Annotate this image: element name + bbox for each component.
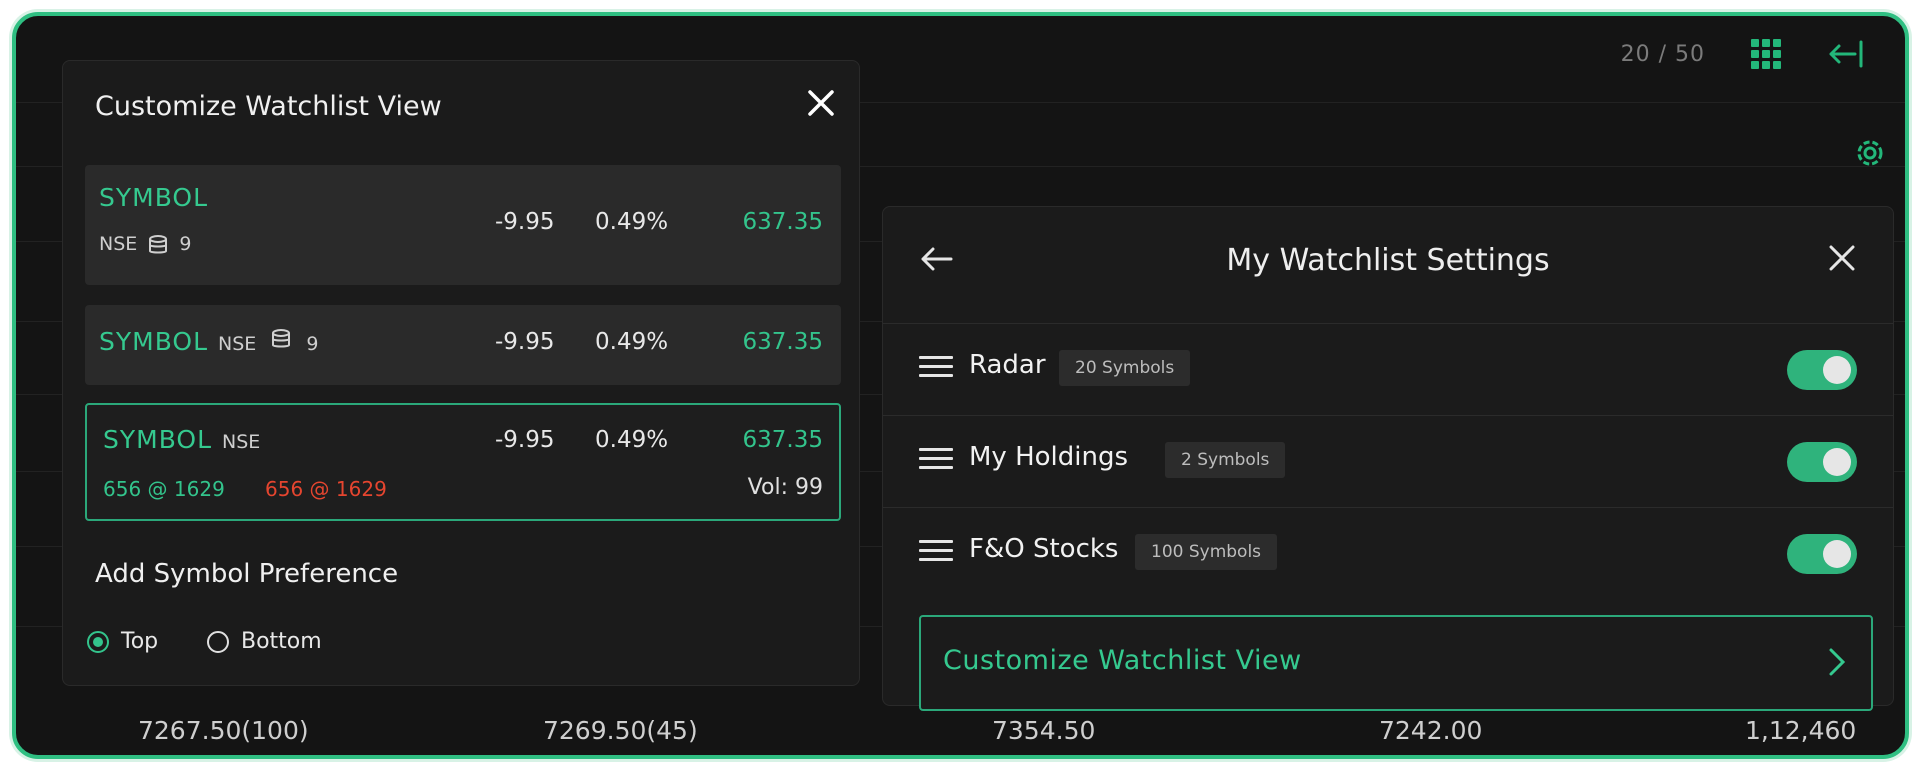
gear-icon[interactable]: [1853, 136, 1887, 170]
card-bid: 656 @ 1629: [103, 477, 225, 501]
bottom-value: 1,12,460: [1745, 716, 1857, 745]
customize-label: Customize Watchlist View: [943, 645, 1302, 676]
preview-card-3-selected[interactable]: SYMBOL NSE -9.95 0.49% 637.35 656 @ 1629…: [85, 403, 841, 521]
watchlist-name: F&O Stocks: [969, 534, 1119, 564]
watchlist-name: My Holdings: [969, 442, 1129, 472]
watchlist-row-fo-stocks[interactable]: F&O Stocks 100 Symbols: [883, 507, 1893, 600]
card-ltp: 637.35: [742, 427, 823, 453]
card-percent: 0.49%: [595, 329, 669, 355]
card-exchange: NSE: [99, 233, 138, 255]
card-volume: Vol: 99: [747, 475, 823, 500]
radio-top[interactable]: Top: [87, 629, 158, 654]
card-header: SYMBOL NSE: [103, 425, 260, 454]
radio-bottom[interactable]: Bottom: [207, 629, 322, 654]
card-symbol: SYMBOL: [99, 327, 209, 356]
drag-handle-icon[interactable]: [919, 540, 953, 567]
card-meta: NSE 9: [99, 233, 191, 256]
watchlist-row-my-holdings[interactable]: My Holdings 2 Symbols: [883, 415, 1893, 508]
card-change: -9.95: [495, 329, 555, 355]
database-icon: [149, 234, 168, 253]
chevron-right-icon: [1829, 648, 1846, 676]
card-symbol: SYMBOL: [103, 425, 213, 454]
watchlist-settings-dialog: My Watchlist Settings Radar 20 Symbols M…: [882, 206, 1894, 711]
bottom-value: 7269.50(45): [543, 716, 698, 745]
database-icon: [272, 329, 291, 348]
radio-selected-icon: [87, 630, 109, 653]
radio-empty-icon: [207, 630, 229, 653]
drag-handle-icon[interactable]: [919, 448, 953, 475]
watchlist-row-radar[interactable]: Radar 20 Symbols: [883, 323, 1893, 416]
symbol-count-badge: 2 Symbols: [1165, 442, 1286, 478]
card-qty: 9: [306, 333, 319, 355]
bottom-value: 7267.50(100): [138, 716, 309, 745]
card-ltp: 637.35: [742, 329, 823, 355]
preview-card-1[interactable]: SYMBOL NSE 9 -9.95 0.49% 637.35: [85, 165, 841, 285]
card-ask: 656 @ 1629: [265, 477, 387, 501]
watchlist-toggle[interactable]: [1787, 442, 1857, 482]
watchlist-toggle[interactable]: [1787, 534, 1857, 574]
preview-card-2[interactable]: SYMBOL NSE 9 -9.95 0.49% 637.35: [85, 305, 841, 385]
card-percent: 0.49%: [595, 209, 669, 235]
collapse-left-icon[interactable]: [1827, 38, 1865, 70]
card-percent: 0.49%: [595, 427, 669, 453]
close-icon[interactable]: [1827, 243, 1857, 273]
settings-title: My Watchlist Settings: [1226, 243, 1550, 278]
card-header: SYMBOL NSE 9: [99, 327, 318, 356]
watchlist-toggle[interactable]: [1787, 350, 1857, 390]
card-ltp: 637.35: [742, 209, 823, 235]
symbol-count-badge: 100 Symbols: [1135, 534, 1278, 570]
card-exchange: NSE: [218, 333, 257, 355]
drag-handle-icon[interactable]: [919, 356, 953, 383]
card-change: -9.95: [495, 209, 555, 235]
dialog-title: Customize Watchlist View: [95, 91, 442, 122]
close-icon[interactable]: [805, 87, 837, 119]
page-count: 20 / 50: [1620, 41, 1705, 67]
card-change: -9.95: [495, 427, 555, 453]
bottom-value: 7242.00: [1379, 716, 1483, 745]
card-exchange: NSE: [222, 431, 261, 453]
watchlist-name: Radar: [969, 350, 1046, 380]
radio-top-label: Top: [121, 629, 159, 654]
top-toolbar: 20 / 50: [1621, 38, 1865, 70]
bottom-value: 7354.50: [992, 716, 1096, 745]
grid-icon[interactable]: [1751, 39, 1781, 69]
card-symbol: SYMBOL: [99, 183, 209, 212]
radio-bottom-label: Bottom: [241, 629, 322, 654]
symbol-preference-title: Add Symbol Preference: [95, 559, 399, 589]
customize-watchlist-dialog: Customize Watchlist View SYMBOL NSE 9 -9…: [62, 60, 860, 686]
card-qty: 9: [179, 233, 192, 255]
customize-watchlist-button[interactable]: Customize Watchlist View: [919, 615, 1873, 711]
symbol-count-badge: 20 Symbols: [1059, 350, 1191, 386]
app-window: 20 / 50 Customize Watchlist View SYMBOL …: [12, 12, 1909, 759]
